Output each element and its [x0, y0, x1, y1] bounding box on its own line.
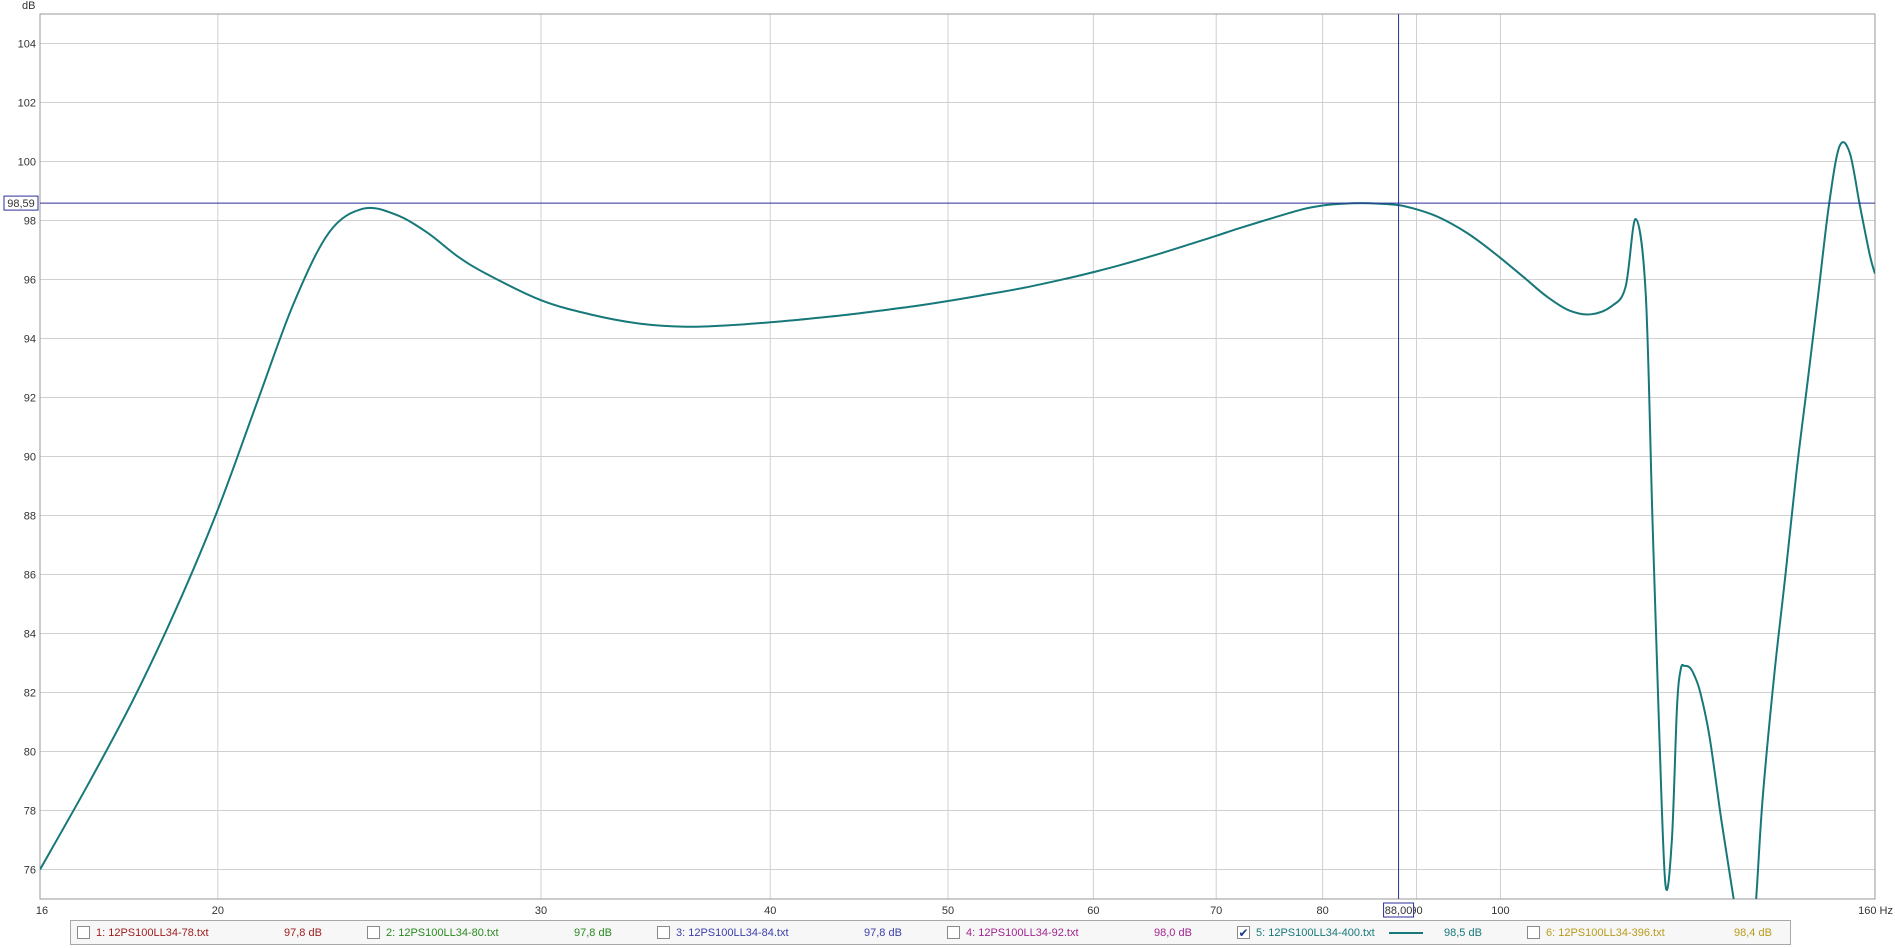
x-tick-label: 80: [1316, 905, 1328, 917]
legend-label: 5: 12PS100LL34-400.txt: [1256, 926, 1375, 939]
legend-label: 4: 12PS100LL34-92.txt: [966, 926, 1079, 939]
x-tick-label: 70: [1210, 905, 1222, 917]
checkbox[interactable]: [947, 926, 960, 939]
legend-label: 2: 12PS100LL34-80.txt: [386, 926, 499, 939]
legend-value: 97,8 dB: [284, 926, 322, 939]
y-tick-label: 96: [24, 275, 36, 287]
checked-checkbox[interactable]: ✔: [1237, 926, 1250, 939]
legend-item[interactable]: 6: 12PS100LL34-396.txt: [1527, 921, 1665, 944]
legend-item[interactable]: 3: 12PS100LL34-84.txt: [657, 921, 789, 944]
legend-item[interactable]: ✔ 5: 12PS100LL34-400.txt: [1237, 921, 1375, 944]
checkbox[interactable]: [367, 926, 380, 939]
y-tick-label: 92: [24, 393, 36, 405]
y-tick-label: 104: [18, 39, 36, 51]
x-tick-label: 20: [212, 905, 224, 917]
x-tick-label: 60: [1087, 905, 1099, 917]
checkbox[interactable]: [77, 926, 90, 939]
cursor-x-readout: 88,00: [1385, 905, 1413, 917]
legend-value: 98,4 dB: [1734, 926, 1772, 939]
y-tick-label: 84: [24, 629, 36, 641]
y-tick-label: 82: [24, 688, 36, 700]
legend-value: 97,8 dB: [574, 926, 612, 939]
y-tick-label: 76: [24, 865, 36, 877]
y-tick-label: 94: [24, 334, 36, 346]
x-tick-label: 160 Hz: [1858, 905, 1893, 917]
legend-label: 3: 12PS100LL34-84.txt: [676, 926, 789, 939]
legend-item[interactable]: 2: 12PS100LL34-80.txt: [367, 921, 499, 944]
y-axis-unit-label: dB: [22, 0, 35, 12]
y-tick-label: 86: [24, 570, 36, 582]
legend-value: 98,5 dB: [1444, 926, 1482, 939]
legend-value: 97,8 dB: [864, 926, 902, 939]
legend-item[interactable]: 1: 12PS100LL34-78.txt: [77, 921, 209, 944]
checkbox[interactable]: [1527, 926, 1540, 939]
legend-bar: 1: 12PS100LL34-78.txt 97,8 dB 2: 12PS100LL…: [70, 920, 1791, 945]
x-tick-label: 30: [535, 905, 547, 917]
y-tick-label: 90: [24, 452, 36, 464]
legend-label: 6: 12PS100LL34-396.txt: [1546, 926, 1665, 939]
y-tick-label: 88: [24, 511, 36, 523]
x-tick-label: 50: [942, 905, 954, 917]
x-tick-label: 16: [36, 905, 48, 917]
legend-value: 98,0 dB: [1154, 926, 1192, 939]
y-tick-label: 80: [24, 747, 36, 759]
frequency-response-chart[interactable]: 76 78 80 82 84 86 88 90 92 94 96 98 100 102 104 16 20 30 4…: [0, 0, 1895, 948]
legend-line-swatch: [1389, 932, 1423, 934]
y-tick-label: 100: [18, 157, 36, 169]
legend-label: 1: 12PS100LL34-78.txt: [96, 926, 209, 939]
y-tick-label: 102: [18, 98, 36, 110]
x-tick-label: 100: [1491, 905, 1509, 917]
cursor-y-readout: 98,59: [7, 198, 35, 210]
y-tick-label: 98: [24, 216, 36, 228]
y-tick-label: 78: [24, 806, 36, 818]
x-tick-label: 40: [764, 905, 776, 917]
checkbox[interactable]: [657, 926, 670, 939]
legend-item[interactable]: 4: 12PS100LL34-92.txt: [947, 921, 1079, 944]
